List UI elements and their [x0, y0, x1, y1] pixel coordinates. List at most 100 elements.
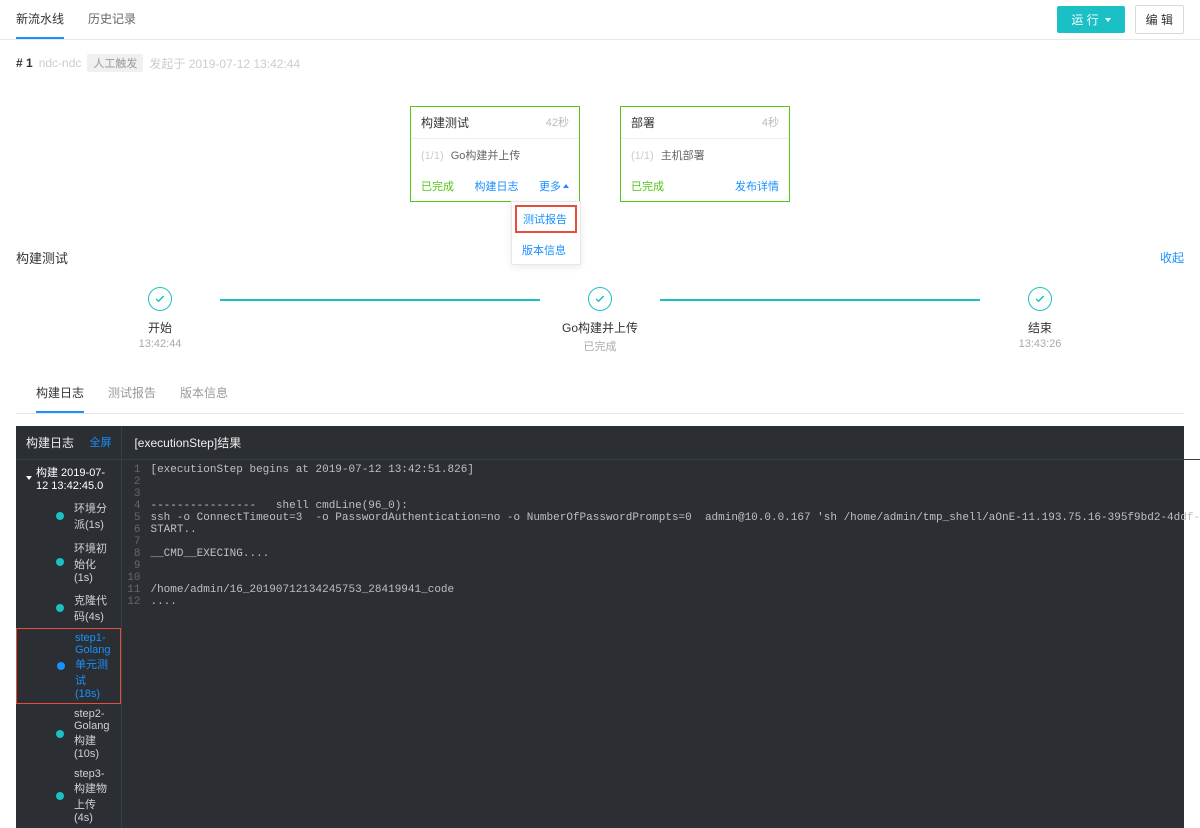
log-line: ....	[150, 596, 176, 608]
task-count: (1/1)	[421, 150, 444, 162]
stage-title: 构建测试	[421, 114, 469, 131]
stage-duration: 4秒	[762, 114, 779, 131]
tree-item-step3[interactable]: step3-构建物上传(4s)	[16, 764, 121, 828]
stage-card-deploy[interactable]: 部署 4秒 (1/1) 主机部署 已完成 发布详情	[620, 106, 790, 202]
tree-label: 环境分派(1s)	[74, 500, 111, 532]
line-num: 8	[122, 548, 150, 560]
collapse-link[interactable]: 收起	[1160, 249, 1184, 266]
tree-root[interactable]: 构建 2019-07-12 13:42:45.0	[16, 460, 121, 496]
tree-item-env-init[interactable]: 环境初始化(1s)	[16, 536, 121, 588]
section-title: 构建测试	[16, 248, 68, 267]
line-num: 6	[122, 524, 150, 536]
status-dot-icon	[57, 662, 65, 670]
more-label: 更多	[539, 178, 561, 194]
logtab-version[interactable]: 版本信息	[180, 374, 228, 413]
task-count: (1/1)	[631, 150, 654, 162]
stage-title: 部署	[631, 114, 655, 131]
log-content-title: [executionStep]结果	[122, 426, 1200, 460]
line-num: 2	[122, 476, 150, 488]
log-tree: 构建日志 全屏 构建 2019-07-12 13:42:45.0 环境分派(1s…	[16, 426, 122, 828]
edit-button[interactable]: 编 辑	[1135, 5, 1184, 34]
check-icon	[1028, 287, 1052, 311]
status-dot-icon	[56, 558, 64, 566]
node-label: 结束	[1028, 319, 1052, 336]
tree-item-clone[interactable]: 克隆代码(4s)	[16, 588, 121, 628]
status-dot-icon	[56, 730, 64, 738]
line-num: 3	[122, 488, 150, 500]
log-line: ---------------- shell cmdLine(96_0):	[150, 500, 407, 512]
tree-label: step1-Golang单元测试(18s)	[75, 632, 110, 700]
status-done: 已完成	[421, 178, 454, 194]
chevron-down-icon	[1105, 18, 1111, 22]
run-number: # 1	[16, 56, 33, 70]
timeline-connector	[660, 299, 980, 301]
line-num: 10	[122, 572, 150, 584]
menu-test-report[interactable]: 测试报告	[515, 205, 577, 233]
check-icon	[148, 287, 172, 311]
timeline-node-end: 结束 13:43:26	[980, 287, 1100, 350]
tree-item-env-alloc[interactable]: 环境分派(1s)	[16, 496, 121, 536]
run-label: 运 行	[1071, 11, 1098, 28]
trigger-badge: 人工触发	[87, 54, 143, 72]
log-content: [executionStep]结果 1[executionStep begins…	[122, 426, 1200, 828]
log-line: __CMD__EXECING....	[150, 548, 269, 560]
chevron-up-icon	[563, 184, 569, 188]
line-num: 4	[122, 500, 150, 512]
line-num: 9	[122, 560, 150, 572]
status-dot-icon	[56, 792, 64, 800]
log-lines[interactable]: 1[executionStep begins at 2019-07-12 13:…	[122, 460, 1200, 612]
line-num: 5	[122, 512, 150, 524]
stage-card-build[interactable]: 构建测试 42秒 (1/1) Go构建并上传 已完成 构建日志 更多 测试报告 …	[410, 106, 580, 202]
log-panel: 构建日志 全屏 构建 2019-07-12 13:42:45.0 环境分派(1s…	[16, 426, 1184, 828]
node-label: 开始	[148, 319, 172, 336]
tree-item-step2[interactable]: step2-Golang构建(10s)	[16, 704, 121, 764]
triggered-at: 发起于 2019-07-12 13:42:44	[149, 55, 300, 72]
menu-version-info[interactable]: 版本信息	[512, 236, 580, 264]
more-dropdown: 测试报告 版本信息	[511, 201, 581, 265]
tree-label: 克隆代码(4s)	[74, 592, 111, 624]
top-tabs: 新流水线 历史记录 运 行 编 辑	[0, 0, 1200, 40]
tree-label: step3-构建物上传(4s)	[74, 768, 111, 824]
timeline-connector	[220, 299, 540, 301]
timeline: 开始 13:42:44 Go构建并上传 已完成 结束 13:43:26	[0, 267, 1200, 374]
deploy-detail-link[interactable]: 发布详情	[735, 178, 779, 194]
tab-new-pipeline[interactable]: 新流水线	[16, 0, 64, 39]
line-num: 12	[122, 596, 150, 608]
chevron-down-icon	[26, 476, 32, 480]
stage-duration: 42秒	[546, 114, 569, 131]
logtab-build[interactable]: 构建日志	[36, 374, 84, 413]
log-line: [executionStep begins at 2019-07-12 13:4…	[150, 464, 473, 476]
log-line: START..	[150, 524, 196, 536]
node-time: 13:42:44	[139, 338, 182, 350]
run-meta: # 1 ndc-ndc 人工触发 发起于 2019-07-12 13:42:44	[0, 40, 1200, 86]
task-name: Go构建并上传	[451, 150, 521, 162]
status-done: 已完成	[631, 178, 664, 194]
timeline-node-start: 开始 13:42:44	[100, 287, 220, 350]
build-log-link[interactable]: 构建日志	[475, 178, 519, 194]
line-num: 7	[122, 536, 150, 548]
status-dot-icon	[56, 512, 64, 520]
log-line: /home/admin/16_20190712134245753_2841994…	[150, 584, 454, 596]
log-line: ssh -o ConnectTimeout=3 -o PasswordAuthe…	[150, 512, 1200, 524]
line-num: 1	[122, 464, 150, 476]
timeline-node-build: Go构建并上传 已完成	[540, 287, 660, 354]
pipeline-name: ndc-ndc	[39, 56, 82, 70]
tree-item-step1[interactable]: step1-Golang单元测试(18s)	[16, 628, 121, 704]
task-name: 主机部署	[661, 150, 705, 162]
logtab-report[interactable]: 测试报告	[108, 374, 156, 413]
node-time: 13:43:26	[1019, 338, 1062, 350]
tab-history[interactable]: 历史记录	[88, 0, 136, 39]
fullscreen-link[interactable]: 全屏	[89, 434, 111, 451]
tree-label: step2-Golang构建(10s)	[74, 708, 111, 760]
status-dot-icon	[56, 604, 64, 612]
stage-cards: 构建测试 42秒 (1/1) Go构建并上传 已完成 构建日志 更多 测试报告 …	[0, 86, 1200, 232]
more-menu-trigger[interactable]: 更多	[539, 178, 569, 194]
line-num: 11	[122, 584, 150, 596]
node-label: Go构建并上传	[562, 319, 638, 336]
tree-title: 构建日志	[26, 434, 74, 451]
log-tabs: 构建日志 测试报告 版本信息	[16, 374, 1184, 414]
check-icon	[588, 287, 612, 311]
tree-label: 环境初始化(1s)	[74, 540, 111, 584]
run-button[interactable]: 运 行	[1057, 6, 1124, 33]
tree-root-label: 构建 2019-07-12 13:42:45.0	[36, 464, 111, 492]
